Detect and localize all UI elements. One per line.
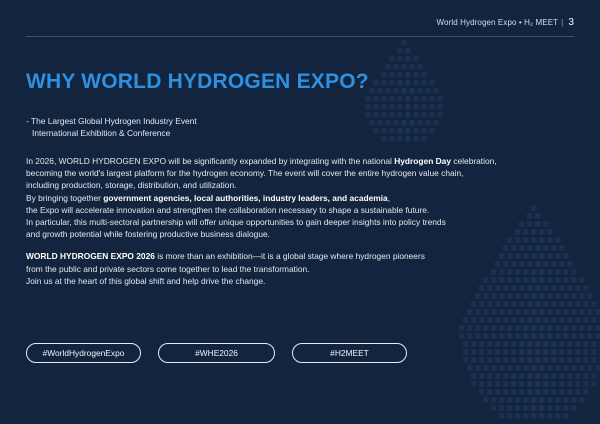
hashtag-list: #WorldHydrogenExpo #WHE2026 #H2MEET <box>26 343 407 363</box>
highlight-hydrogen-day: Hydrogen Day <box>394 156 451 166</box>
paragraph-1-line-1: In 2026, WORLD HYDROGEN EXPO will be sig… <box>26 156 497 166</box>
paragraph-1-line-2: becoming the world's largest platform fo… <box>26 168 464 179</box>
hashtag-whe2026[interactable]: #WHE2026 <box>158 343 275 363</box>
paragraph-2-line-1: WORLD HYDROGEN EXPO 2026 is more than an… <box>26 251 425 262</box>
paragraph-2-line-3: Join us at the heart of this global shif… <box>26 275 266 286</box>
brochure-page: World Hydrogen Expo • H₂ MEET | 3 WHY WO… <box>0 0 600 424</box>
highlight-expo-2026: WORLD HYDROGEN EXPO 2026 <box>26 251 155 262</box>
highlight-stakeholders: government agencies, local authorities, … <box>103 192 388 203</box>
page-header: World Hydrogen Expo • H₂ MEET | 3 <box>437 17 574 28</box>
header-divider <box>26 36 574 37</box>
header-text: World Hydrogen Expo • H₂ MEET <box>436 18 559 27</box>
subheading-line-2: International Exhibition & Conference <box>32 128 171 138</box>
page-number: 3 <box>568 17 574 28</box>
hashtag-h2meet[interactable]: #H2MEET <box>292 343 407 363</box>
paragraph-1-line-7: and growth potential while fostering pro… <box>26 229 270 240</box>
paragraph-1-line-3: including production, storage, distribut… <box>26 180 237 191</box>
header-separator: | <box>561 18 564 27</box>
paragraph-1-line-6: In particular, this multi-sectoral partn… <box>26 217 446 228</box>
subheading: - The Largest Global Hydrogen Industry E… <box>26 115 197 139</box>
body-text: In 2026, WORLD HYDROGEN EXPO will be sig… <box>26 155 571 287</box>
hashtag-worldhydrogenexpo[interactable]: #WorldHydrogenExpo <box>26 343 141 363</box>
paragraph-1-line-5: the Expo will accelerate innovation and … <box>26 204 430 215</box>
paragraph-1-line-4: By bringing together government agencies… <box>26 192 391 203</box>
page-title: WHY WORLD HYDROGEN EXPO? <box>26 70 369 93</box>
paragraph-2-line-2: from the public and private sectors come… <box>26 263 310 274</box>
subheading-line-1: - The Largest Global Hydrogen Industry E… <box>26 116 197 126</box>
